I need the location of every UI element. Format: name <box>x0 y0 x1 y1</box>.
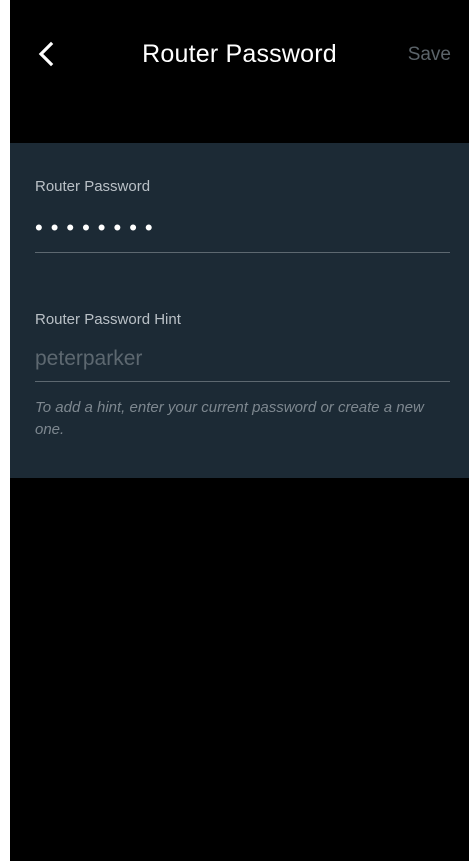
hint-helper-text: To add a hint, enter your current passwo… <box>35 399 424 438</box>
router-password-hint-field: Router Password Hint <box>35 311 450 382</box>
router-password-field: Router Password <box>35 178 450 253</box>
header-bar: Router Password Save <box>10 0 469 110</box>
router-password-input[interactable] <box>35 211 450 253</box>
router-password-label: Router Password <box>35 178 151 195</box>
router-password-hint-input[interactable] <box>35 344 450 382</box>
router-password-hint-label: Router Password Hint <box>35 311 181 328</box>
app-screen: Router Password Save Router Password Rou… <box>10 0 469 861</box>
password-form-panel: Router Password Router Password Hint To … <box>10 143 469 478</box>
save-button[interactable]: Save <box>408 44 451 66</box>
page-title: Router Password <box>142 40 337 68</box>
